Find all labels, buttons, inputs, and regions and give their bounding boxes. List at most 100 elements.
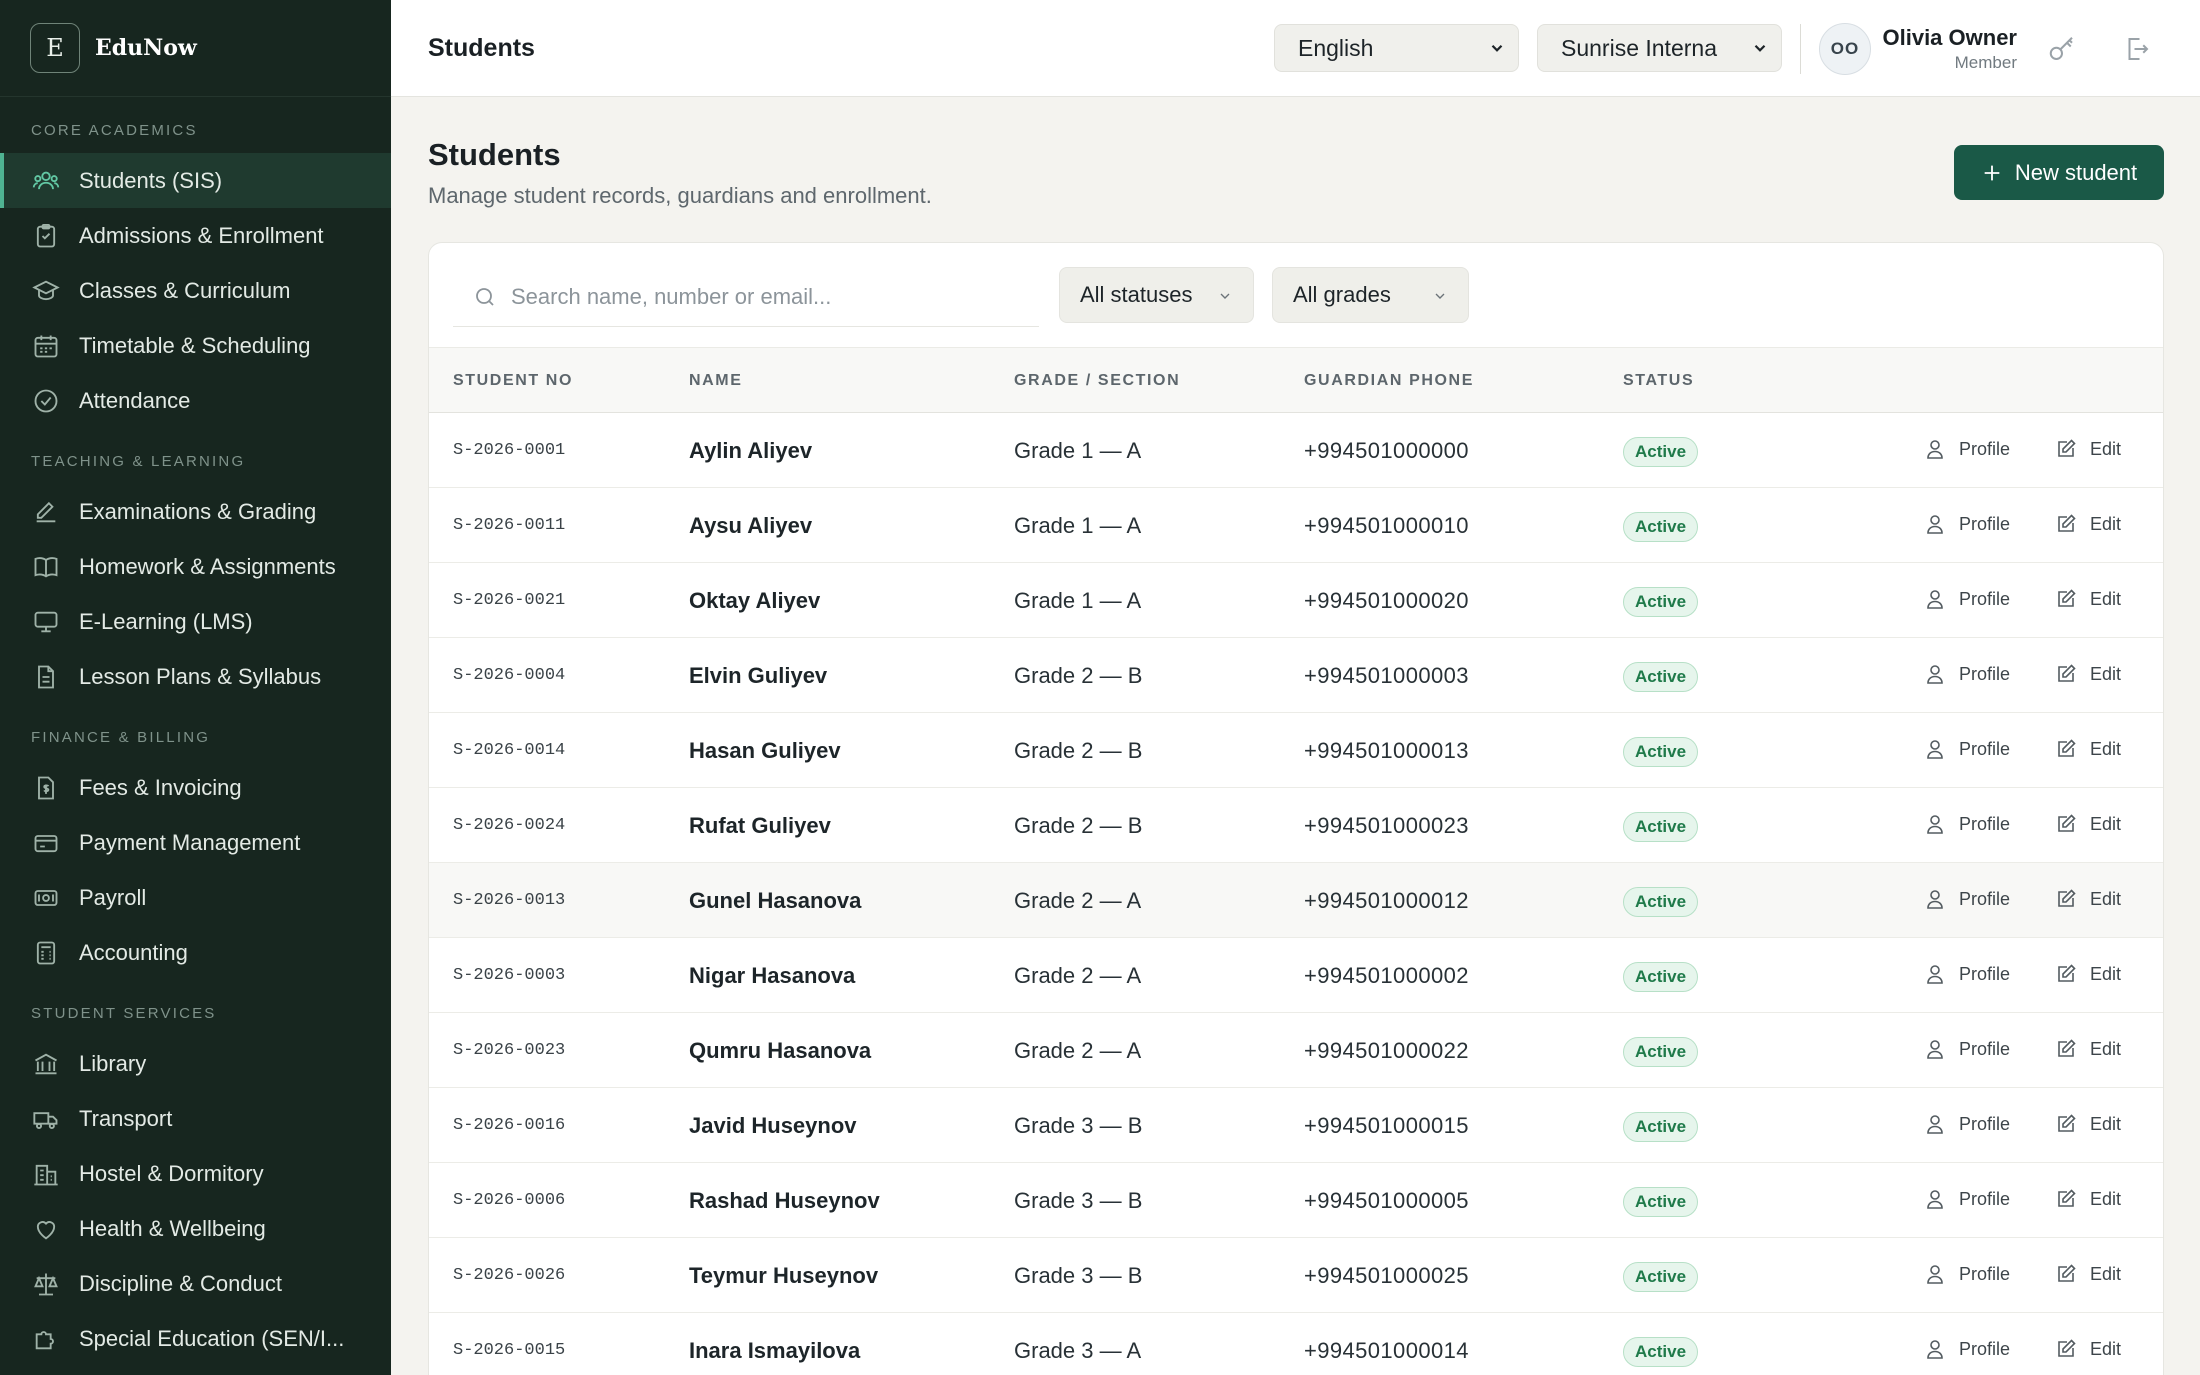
student-name[interactable]: Qumru Hasanova bbox=[689, 1038, 871, 1064]
student-name[interactable]: Inara Ismayilova bbox=[689, 1338, 860, 1364]
new-student-button[interactable]: New student bbox=[1954, 145, 2164, 200]
edit-button[interactable]: Edit bbox=[2054, 512, 2121, 536]
status-badge: Active bbox=[1623, 1112, 1699, 1142]
edit-icon bbox=[2058, 1114, 2076, 1132]
status-filter[interactable]: All statuses bbox=[1059, 267, 1254, 323]
nav-section: CORE ACADEMICS Students (SIS) Admissions &… bbox=[0, 97, 391, 428]
edit-button[interactable]: Edit bbox=[2054, 1037, 2121, 1061]
profile-button[interactable]: Profile bbox=[1923, 1037, 2010, 1061]
sidebar-item-library[interactable]: Library bbox=[0, 1036, 391, 1091]
sidebar-item-discipline-conduct[interactable]: Discipline & Conduct bbox=[0, 1256, 391, 1311]
profile-button[interactable]: Profile bbox=[1923, 512, 2010, 536]
student-name[interactable]: Rashad Huseynov bbox=[689, 1188, 880, 1214]
student-name[interactable]: Nigar Hasanova bbox=[689, 963, 855, 989]
column-header-guardian-phone[interactable]: GUARDIAN PHONE bbox=[1304, 372, 1474, 390]
table-row[interactable]: S-2026-0023 Qumru Hasanova Grade 2 — A +994… bbox=[429, 1013, 2163, 1088]
sidebar-item-classes-curriculum[interactable]: Classes & Curriculum bbox=[0, 263, 391, 318]
student-name[interactable]: Hasan Guliyev bbox=[689, 738, 841, 764]
edit-button[interactable]: Edit bbox=[2054, 887, 2121, 911]
profile-button[interactable]: Profile bbox=[1923, 812, 2010, 836]
edit-button[interactable]: Edit bbox=[2054, 587, 2121, 611]
column-header-name[interactable]: NAME bbox=[689, 372, 743, 390]
sidebar-item-admissions-enrollment[interactable]: Admissions & Enrollment bbox=[0, 208, 391, 263]
sidebar-item-payment-management[interactable]: Payment Management bbox=[0, 815, 391, 870]
invoice-icon bbox=[31, 773, 61, 803]
table-row[interactable]: S-2026-0003 Nigar Hasanova Grade 2 — A +994… bbox=[429, 938, 2163, 1013]
edit-button[interactable]: Edit bbox=[2054, 1187, 2121, 1211]
student-name[interactable]: Aylin Aliyev bbox=[689, 438, 812, 464]
sidebar-item-examinations-grading[interactable]: Examinations & Grading bbox=[0, 484, 391, 539]
edit-button[interactable]: Edit bbox=[2054, 1337, 2121, 1361]
table-row[interactable]: S-2026-0014 Hasan Guliyev Grade 2 — B +9945… bbox=[429, 713, 2163, 788]
sidebar-item-lesson-plans-syllabus[interactable]: Lesson Plans & Syllabus bbox=[0, 649, 391, 704]
student-name[interactable]: Aysu Aliyev bbox=[689, 513, 812, 539]
student-no: S-2026-0026 bbox=[453, 1266, 566, 1285]
brand[interactable]: E EduNow bbox=[0, 0, 391, 97]
edit-button[interactable]: Edit bbox=[2054, 1262, 2121, 1286]
profile-button[interactable]: Profile bbox=[1923, 737, 2010, 761]
profile-button[interactable]: Profile bbox=[1923, 1262, 2010, 1286]
student-name[interactable]: Gunel Hasanova bbox=[689, 888, 861, 914]
student-name[interactable]: Oktay Aliyev bbox=[689, 588, 820, 614]
sidebar-item-homework-assignments[interactable]: Homework & Assignments bbox=[0, 539, 391, 594]
profile-button[interactable]: Profile bbox=[1923, 962, 2010, 986]
table-row[interactable]: S-2026-0016 Javid Huseynov Grade 3 — B +994… bbox=[429, 1088, 2163, 1163]
sidebar-item-label: Students (SIS) bbox=[79, 167, 223, 193]
student-name[interactable]: Elvin Guliyev bbox=[689, 663, 827, 689]
sidebar-item-students-sis[interactable]: Students (SIS) bbox=[0, 153, 391, 208]
table-row[interactable]: S-2026-0024 Rufat Guliyev Grade 2 — B +9945… bbox=[429, 788, 2163, 863]
student-name[interactable]: Teymur Huseynov bbox=[689, 1263, 878, 1289]
library-icon bbox=[31, 1049, 61, 1079]
edit-button[interactable]: Edit bbox=[2054, 962, 2121, 986]
guardian-phone: +994501000022 bbox=[1304, 1038, 1469, 1063]
profile-button[interactable]: Profile bbox=[1923, 1187, 2010, 1211]
profile-button[interactable]: Profile bbox=[1923, 887, 2010, 911]
truck-icon bbox=[31, 1104, 61, 1134]
sidebar-item-health-wellbeing[interactable]: Health & Wellbeing bbox=[0, 1201, 391, 1256]
table-row[interactable]: S-2026-0001 Aylin Aliyev Grade 1 — A +99450… bbox=[429, 413, 2163, 488]
sidebar-item-attendance[interactable]: Attendance bbox=[0, 373, 391, 428]
sidebar-item-special-education-sen-i[interactable]: Special Education (SEN/I... bbox=[0, 1311, 391, 1366]
table-row[interactable]: S-2026-0021 Oktay Aliyev Grade 1 — A +99450… bbox=[429, 563, 2163, 638]
edit-button[interactable]: Edit bbox=[2054, 662, 2121, 686]
school-select[interactable]: Sunrise Interna bbox=[1537, 24, 1782, 72]
sidebar-item-accounting[interactable]: Accounting bbox=[0, 925, 391, 980]
sidebar-item-fees-invoicing[interactable]: Fees & Invoicing bbox=[0, 760, 391, 815]
edit-button[interactable]: Edit bbox=[2054, 737, 2121, 761]
sidebar-item-transport[interactable]: Transport bbox=[0, 1091, 391, 1146]
sidebar-item-label: Discipline & Conduct bbox=[79, 1270, 282, 1296]
student-name[interactable]: Rufat Guliyev bbox=[689, 813, 831, 839]
search-input[interactable] bbox=[511, 283, 1031, 310]
profile-button[interactable]: Profile bbox=[1923, 1337, 2010, 1361]
table-row[interactable]: S-2026-0006 Rashad Huseynov Grade 3 — B +99… bbox=[429, 1163, 2163, 1238]
avatar[interactable]: OO bbox=[1819, 23, 1871, 75]
table-row[interactable]: S-2026-0015 Inara Ismayilova Grade 3 — A +9… bbox=[429, 1313, 2163, 1375]
guardian-phone: +994501000005 bbox=[1304, 1188, 1469, 1213]
profile-button[interactable]: Profile bbox=[1923, 662, 2010, 686]
search-box[interactable] bbox=[453, 267, 1039, 327]
table-row[interactable]: S-2026-0004 Elvin Guliyev Grade 2 — B +9945… bbox=[429, 638, 2163, 713]
edit-button[interactable]: Edit bbox=[2054, 812, 2121, 836]
table-row[interactable]: S-2026-0011 Aysu Aliyev Grade 1 — A +994501… bbox=[429, 488, 2163, 563]
column-header-status[interactable]: STATUS bbox=[1623, 372, 1694, 390]
language-select[interactable]: English bbox=[1274, 24, 1519, 72]
sidebar-item-e-learning-lms[interactable]: E-Learning (LMS) bbox=[0, 594, 391, 649]
profile-button[interactable]: Profile bbox=[1923, 587, 2010, 611]
grade-filter[interactable]: All grades bbox=[1272, 267, 1469, 323]
sidebar-item-payroll[interactable]: Payroll bbox=[0, 870, 391, 925]
student-name[interactable]: Javid Huseynov bbox=[689, 1113, 857, 1139]
profile-button[interactable]: Profile bbox=[1923, 1112, 2010, 1136]
column-header-grade[interactable]: GRADE / SECTION bbox=[1014, 372, 1180, 390]
column-header-student-no[interactable]: STUDENT NO bbox=[453, 372, 573, 390]
logout-icon[interactable] bbox=[2122, 34, 2152, 64]
edit-label: Edit bbox=[2090, 588, 2122, 609]
table-row[interactable]: S-2026-0026 Teymur Huseynov Grade 3 — B +99… bbox=[429, 1238, 2163, 1313]
book-open-icon bbox=[31, 552, 61, 582]
sidebar-item-hostel-dormitory[interactable]: Hostel & Dormitory bbox=[0, 1146, 391, 1201]
edit-button[interactable]: Edit bbox=[2054, 1112, 2121, 1136]
edit-button[interactable]: Edit bbox=[2054, 437, 2121, 461]
sidebar-item-timetable-scheduling[interactable]: Timetable & Scheduling bbox=[0, 318, 391, 373]
table-row[interactable]: S-2026-0013 Gunel Hasanova Grade 2 — A +994… bbox=[429, 863, 2163, 938]
key-icon[interactable] bbox=[2047, 34, 2077, 64]
profile-button[interactable]: Profile bbox=[1923, 437, 2010, 461]
